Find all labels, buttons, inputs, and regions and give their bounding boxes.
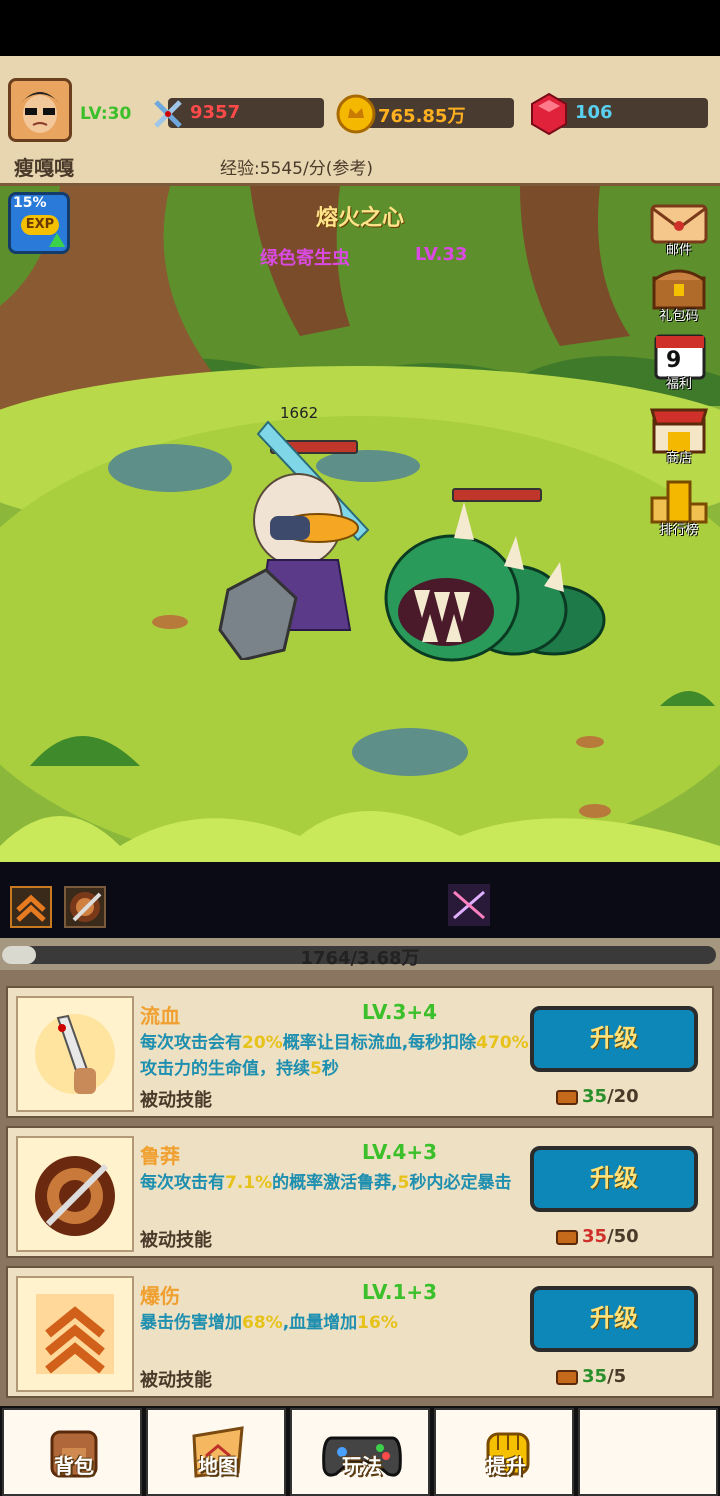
leaderboard-button[interactable]: 排行榜 — [648, 476, 710, 538]
skill-card-reckless: 鲁莽 LV.4+3 每次攻击有7.1%的概率激活鲁莽,5秒内必定暴击 被动技能 … — [6, 1126, 714, 1258]
nav-gameplay[interactable]: 玩法 — [290, 1408, 430, 1496]
skill-level: LV.1+3 — [362, 1280, 438, 1304]
skill-book-icon — [556, 1370, 578, 1385]
player-level: LV:30 — [80, 104, 132, 124]
nav-backpack-label: 背包 — [54, 1454, 94, 1478]
gold-coin-icon — [336, 94, 376, 134]
skill-cost: 35/50 — [582, 1226, 639, 1247]
player-name: 瘦嘎嘎 — [14, 156, 74, 180]
crossed-swords-icon — [154, 100, 182, 128]
shop-button[interactable]: 商店 — [648, 404, 710, 466]
player-avatar[interactable] — [8, 78, 72, 142]
shop-label: 商店 — [665, 451, 692, 466]
exp-rate: 经验:5545/分(参考) — [220, 159, 373, 179]
status-bar — [0, 0, 720, 56]
monster-name: 绿色寄生虫 — [260, 248, 350, 269]
skill-level: LV.3+4 — [362, 1000, 438, 1024]
skill-tab-crit[interactable] — [10, 886, 52, 928]
mail-button[interactable]: 邮件 — [648, 196, 710, 258]
up-arrow-icon — [49, 233, 65, 247]
chevron-up-icon — [16, 894, 46, 922]
red-gem-icon — [531, 92, 567, 136]
stage-title: 熔火之心 — [315, 206, 404, 231]
gift-code-label: 礼包码 — [659, 309, 699, 324]
nav-upgrade-label: 提升 — [486, 1454, 526, 1478]
skill-name: 流血 — [140, 1004, 180, 1028]
skill-description: 暴击伤害增加68%,血量增加16% — [140, 1313, 398, 1333]
bleed-skill-icon — [16, 996, 134, 1112]
skill-book-icon — [556, 1230, 578, 1245]
exp-badge: EXP — [21, 215, 59, 235]
skill-type: 被动技能 — [140, 1230, 212, 1251]
skill-card-bleed: 流血 LV.3+4 每次攻击会有20%概率让目标流血,每秒扣除470%攻击力的生… — [6, 986, 714, 1118]
nav-backpack[interactable]: 背包 — [2, 1408, 142, 1496]
exp-boost-button[interactable]: 15% EXP — [8, 192, 70, 254]
progress-text: 1764/3.68万 — [300, 948, 420, 969]
gift-code-button[interactable]: 礼包码 — [648, 262, 710, 324]
skill-description: 每次攻击有7.1%的概率激活鲁莽,5秒内必定暴击 — [140, 1173, 512, 1193]
attack-value: 9357 — [190, 102, 241, 123]
mail-label: 邮件 — [665, 243, 692, 258]
gem-value: 106 — [575, 102, 613, 123]
skill-name: 爆伤 — [140, 1284, 180, 1308]
upgrade-button[interactable]: 升级 — [530, 1146, 698, 1212]
monster-level: LV.33 — [415, 244, 468, 265]
skill-book-icon — [556, 1090, 578, 1105]
monster-character — [384, 502, 606, 662]
crit-damage-skill-icon — [16, 1276, 134, 1392]
nav-gameplay-label: 玩法 — [342, 1454, 382, 1478]
upgrade-button[interactable]: 升级 — [530, 1286, 698, 1352]
exp-boost-percent: 15% — [13, 195, 47, 211]
skill-description: 每次攻击会有20%概率让目标流血,每秒扣除470%攻击力的生命值，持续5秒 — [140, 1033, 529, 1079]
skill-cost: 35/20 — [582, 1086, 639, 1107]
skill-tab-reckless[interactable] — [64, 886, 106, 928]
skill-type: 被动技能 — [140, 1090, 212, 1111]
calendar-day: 9 — [666, 348, 682, 373]
skill-card-crit-damage: 爆伤 LV.1+3 暴击伤害增加68%,血量增加16% 被动技能 升级 35/5 — [6, 1266, 714, 1398]
skill-cost: 35/5 — [582, 1366, 627, 1387]
welfare-label: 福利 — [665, 377, 692, 392]
crossed-blades-icon — [448, 884, 490, 926]
upgrade-button[interactable]: 升级 — [530, 1006, 698, 1072]
leaderboard-label: 排行榜 — [659, 523, 699, 538]
nav-upgrade[interactable]: 提升 — [434, 1408, 574, 1496]
skill-level: LV.4+3 — [362, 1140, 438, 1164]
target-dagger-icon — [70, 892, 102, 922]
skill-name: 鲁莽 — [140, 1144, 180, 1168]
nav-map[interactable]: 地图 — [146, 1408, 286, 1496]
nav-map-label: 地图 — [198, 1454, 238, 1478]
skill-type: 被动技能 — [140, 1370, 212, 1391]
welfare-button[interactable]: 9 福利 — [648, 330, 710, 392]
nav-empty-slot[interactable] — [578, 1408, 718, 1496]
skill-tab-special[interactable] — [448, 884, 490, 926]
hero-character — [218, 420, 370, 660]
skill-category-bar — [0, 862, 720, 938]
reckless-skill-icon — [16, 1136, 134, 1252]
gold-value: 765.85万 — [378, 106, 466, 127]
